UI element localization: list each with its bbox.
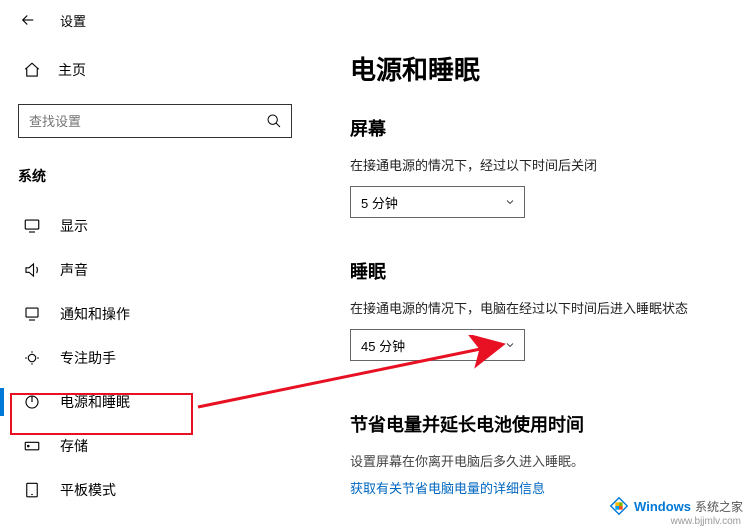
sidebar-item-label: 存储 — [60, 436, 88, 456]
display-icon — [20, 217, 44, 235]
app-title: 设置 — [60, 11, 86, 30]
sidebar-item-notifications[interactable]: 通知和操作 — [14, 292, 292, 336]
sleep-desc: 在接通电源的情况下，电脑在经过以下时间后进入睡眠状态 — [350, 298, 729, 317]
sleep-timeout-value: 45 分钟 — [361, 336, 405, 355]
home-icon — [20, 61, 44, 79]
active-indicator — [0, 388, 4, 416]
notifications-icon — [20, 305, 44, 323]
home-label: 主页 — [58, 60, 86, 80]
screen-timeout-select[interactable]: 5 分钟 — [350, 186, 525, 218]
search-input[interactable] — [19, 114, 257, 129]
sidebar-item-label: 平板模式 — [60, 480, 116, 500]
sidebar-item-label: 电源和睡眠 — [60, 392, 130, 412]
tablet-icon — [20, 481, 44, 499]
save-desc: 设置屏幕在你离开电脑后多久进入睡眠。 — [350, 451, 729, 470]
focus-icon — [20, 349, 44, 367]
sleep-timeout-select[interactable]: 45 分钟 — [350, 329, 525, 361]
watermark-url: www.bjjmlv.com — [671, 516, 741, 527]
sidebar-item-tablet[interactable]: 平板模式 — [14, 468, 292, 512]
sidebar-item-label: 通知和操作 — [60, 304, 130, 324]
page-title: 电源和睡眠 — [350, 50, 729, 87]
storage-icon — [20, 437, 44, 455]
sidebar: 主页 系统 显示 声音 — [0, 40, 310, 523]
sidebar-item-label: 显示 — [60, 216, 88, 236]
save-section-title: 节省电量并延长电池使用时间 — [350, 411, 729, 437]
sidebar-item-focus[interactable]: 专注助手 — [14, 336, 292, 380]
power-icon — [20, 393, 44, 411]
back-button[interactable] — [12, 4, 44, 36]
search-input-wrap[interactable] — [18, 104, 292, 138]
home-nav[interactable]: 主页 — [18, 50, 292, 90]
sidebar-item-sound[interactable]: 声音 — [14, 248, 292, 292]
sidebar-item-display[interactable]: 显示 — [14, 204, 292, 248]
sidebar-item-storage[interactable]: 存储 — [14, 424, 292, 468]
search-icon — [257, 113, 291, 129]
sidebar-item-power-sleep[interactable]: 电源和睡眠 — [14, 380, 292, 424]
sidebar-item-label: 声音 — [60, 260, 88, 280]
arrow-left-icon — [19, 11, 37, 29]
main-content: 电源和睡眠 屏幕 在接通电源的情况下，经过以下时间后关闭 5 分钟 睡眠 在接通… — [310, 40, 749, 523]
watermark-brand: Windows — [634, 499, 691, 514]
chevron-down-icon — [504, 339, 516, 351]
sound-icon — [20, 261, 44, 279]
chevron-down-icon — [504, 196, 516, 208]
windows-logo-icon — [608, 495, 630, 517]
category-label: 系统 — [18, 166, 292, 186]
sidebar-item-label: 专注助手 — [60, 348, 116, 368]
screen-desc: 在接通电源的情况下，经过以下时间后关闭 — [350, 155, 729, 174]
watermark: Windows 系统之家 — [608, 495, 743, 517]
screen-timeout-value: 5 分钟 — [361, 193, 398, 212]
watermark-suffix: 系统之家 — [695, 498, 743, 515]
sleep-section-title: 睡眠 — [350, 258, 729, 284]
screen-section-title: 屏幕 — [350, 115, 729, 141]
